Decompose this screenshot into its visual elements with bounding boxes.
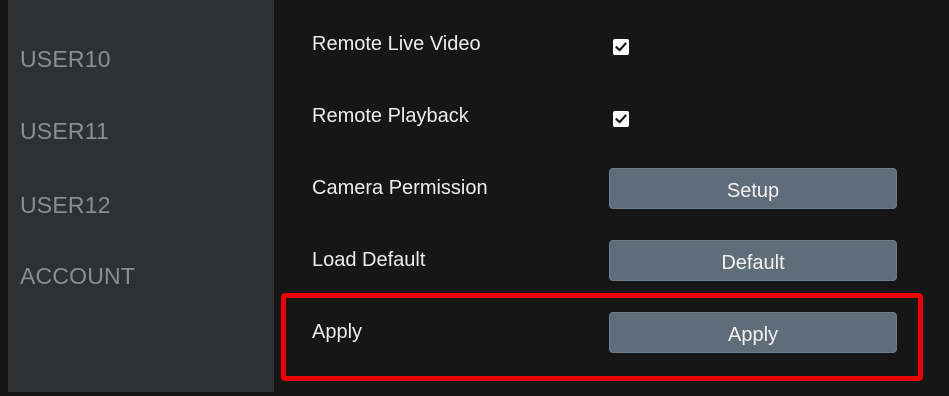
remote-live-video-label: Remote Live Video <box>312 33 481 55</box>
remote-playback-label: Remote Playback <box>312 105 469 127</box>
setup-button[interactable]: Setup <box>609 168 897 209</box>
sidebar-item-user11[interactable]: USER11 <box>20 118 109 145</box>
load-default-label: Load Default <box>312 249 426 271</box>
checkmark-icon <box>615 114 627 124</box>
camera-permission-label: Camera Permission <box>312 177 488 199</box>
sidebar: USER10 USER11 USER12 ACCOUNT <box>8 0 274 392</box>
sidebar-item-account[interactable]: ACCOUNT <box>20 263 135 290</box>
default-button[interactable]: Default <box>609 240 897 281</box>
apply-button[interactable]: Apply <box>609 312 897 353</box>
settings-panel: Remote Live Video Remote Playback Camera… <box>274 0 949 396</box>
remote-playback-checkbox[interactable] <box>613 111 629 127</box>
remote-live-video-checkbox[interactable] <box>613 39 629 55</box>
apply-label: Apply <box>312 321 363 343</box>
user-settings-window: USER10 USER11 USER12 ACCOUNT Remote Live… <box>0 0 949 396</box>
checkmark-icon <box>615 42 627 52</box>
sidebar-item-user10[interactable]: USER10 <box>20 46 111 73</box>
sidebar-item-user12[interactable]: USER12 <box>20 192 111 219</box>
